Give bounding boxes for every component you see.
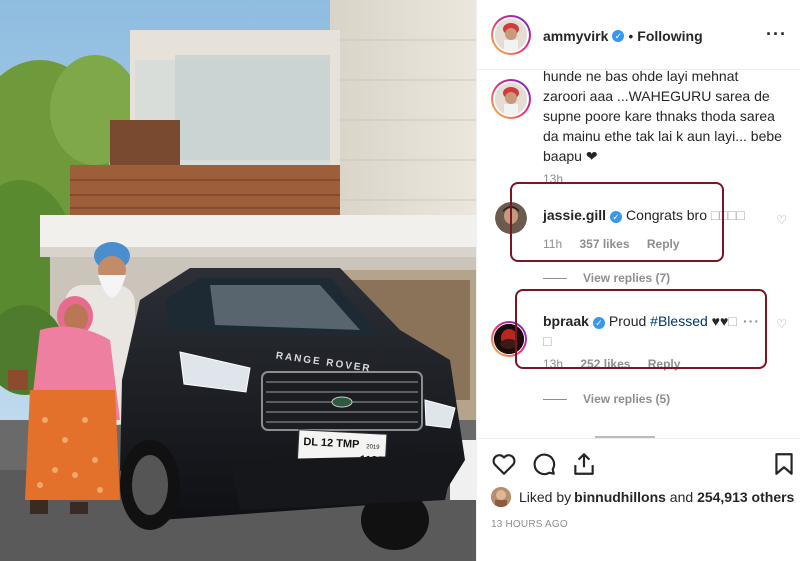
reply-button[interactable]: Reply [648,357,681,371]
author-avatar[interactable] [491,15,531,55]
comment-2-meta: 13h 252 likes Reply [543,357,694,371]
jassie-avatar-image [495,202,527,234]
heart-icon[interactable] [491,451,517,477]
view-replies-label: View replies (5) [583,392,671,406]
next-comment-peek [595,431,675,438]
comment-time[interactable]: 11h [543,237,562,251]
author-info: ammyvirk ✓ • Following [543,28,703,44]
comment-emoji-placeholder-line2: □ [543,333,552,349]
share-icon[interactable] [571,451,597,477]
liked-by-and: and [665,489,698,505]
reply-button[interactable]: Reply [647,237,680,251]
caption-author-avatar[interactable] [491,79,531,119]
comment-text-suffix: ♥♥ [707,313,729,329]
post-timestamp[interactable]: 13 HOURS AGO [491,519,568,530]
more-options-icon[interactable]: ··· [766,24,787,45]
caption-time: 13h [543,172,564,186]
comment-emoji-placeholder: □□□□ [710,207,745,223]
view-replies-label: View replies (7) [583,271,671,285]
verified-badge-icon: ✓ [610,211,623,223]
view-replies-button[interactable]: View replies (5) [543,392,670,406]
comment-avatar[interactable] [491,321,527,357]
comment-text: Congrats bro [626,207,711,223]
comment-time[interactable]: 13h [543,357,563,371]
bookmark-icon[interactable] [771,451,797,477]
liked-by-prefix: Liked by [519,489,572,505]
hashtag-link[interactable]: #Blessed [650,313,708,329]
plate-small: 2019 [366,444,380,451]
comment-1-meta: 11h 357 likes Reply [543,237,694,251]
comment-username[interactable]: bpraak [543,313,589,329]
comment-icon[interactable] [531,451,557,477]
post-sidebar: ammyvirk ✓ • Following ··· hunde ne bas … [476,0,800,561]
post-header: ammyvirk ✓ • Following ··· [477,0,800,70]
caption-avatar-image [495,83,527,115]
comment-likes[interactable]: 357 likes [579,237,629,251]
comment-text-prefix: Proud [608,313,651,329]
verified-badge-icon: ✓ [612,30,625,42]
comment-username[interactable]: jassie.gill [543,207,606,223]
verified-badge-icon: ✓ [592,317,605,329]
author-avatar-image [495,19,527,51]
post-photo-illustration: RANGE ROVER DL 12 TMP 2019 1132 [0,0,476,561]
comment-emoji-placeholder: □ [728,313,737,329]
comment-avatar[interactable] [495,202,527,234]
post-photo[interactable]: RANGE ROVER DL 12 TMP 2019 1132 [0,0,476,561]
liked-by-user[interactable]: binnudhillons [574,489,666,505]
view-replies-line [543,398,567,400]
liked-by-avatar[interactable] [491,487,511,507]
author-username[interactable]: ammyvirk [543,28,608,44]
comment-more-icon[interactable]: ··· [743,313,760,329]
view-replies-line [543,277,567,279]
liked-by-avatar-image [491,487,511,507]
liked-by-count[interactable]: 254,913 others [697,489,794,505]
comment-2: bpraak ✓ Proud #Blessed ♥♥□ □ [543,311,743,351]
following-button[interactable]: Following [637,28,702,44]
comment-likes[interactable]: 252 likes [580,357,630,371]
follow-separator: • [628,28,634,44]
comments-scroll[interactable]: hunde ne bas ohde layi mehnat zaroori aa… [477,71,800,438]
comment-1: jassie.gill ✓ Congrats bro □□□□ [543,207,745,223]
comment-heart-icon[interactable]: ♡ [776,317,787,331]
bpraak-avatar-image [494,324,524,354]
comment-heart-icon[interactable]: ♡ [776,213,787,227]
caption-text: hunde ne bas ohde layi mehnat zaroori aa… [543,71,782,164]
post-actions: Liked by binnudhillons and 254,913 other… [477,438,800,561]
view-replies-button[interactable]: View replies (7) [543,271,670,285]
liked-by: Liked by binnudhillons and 254,913 other… [491,487,794,507]
